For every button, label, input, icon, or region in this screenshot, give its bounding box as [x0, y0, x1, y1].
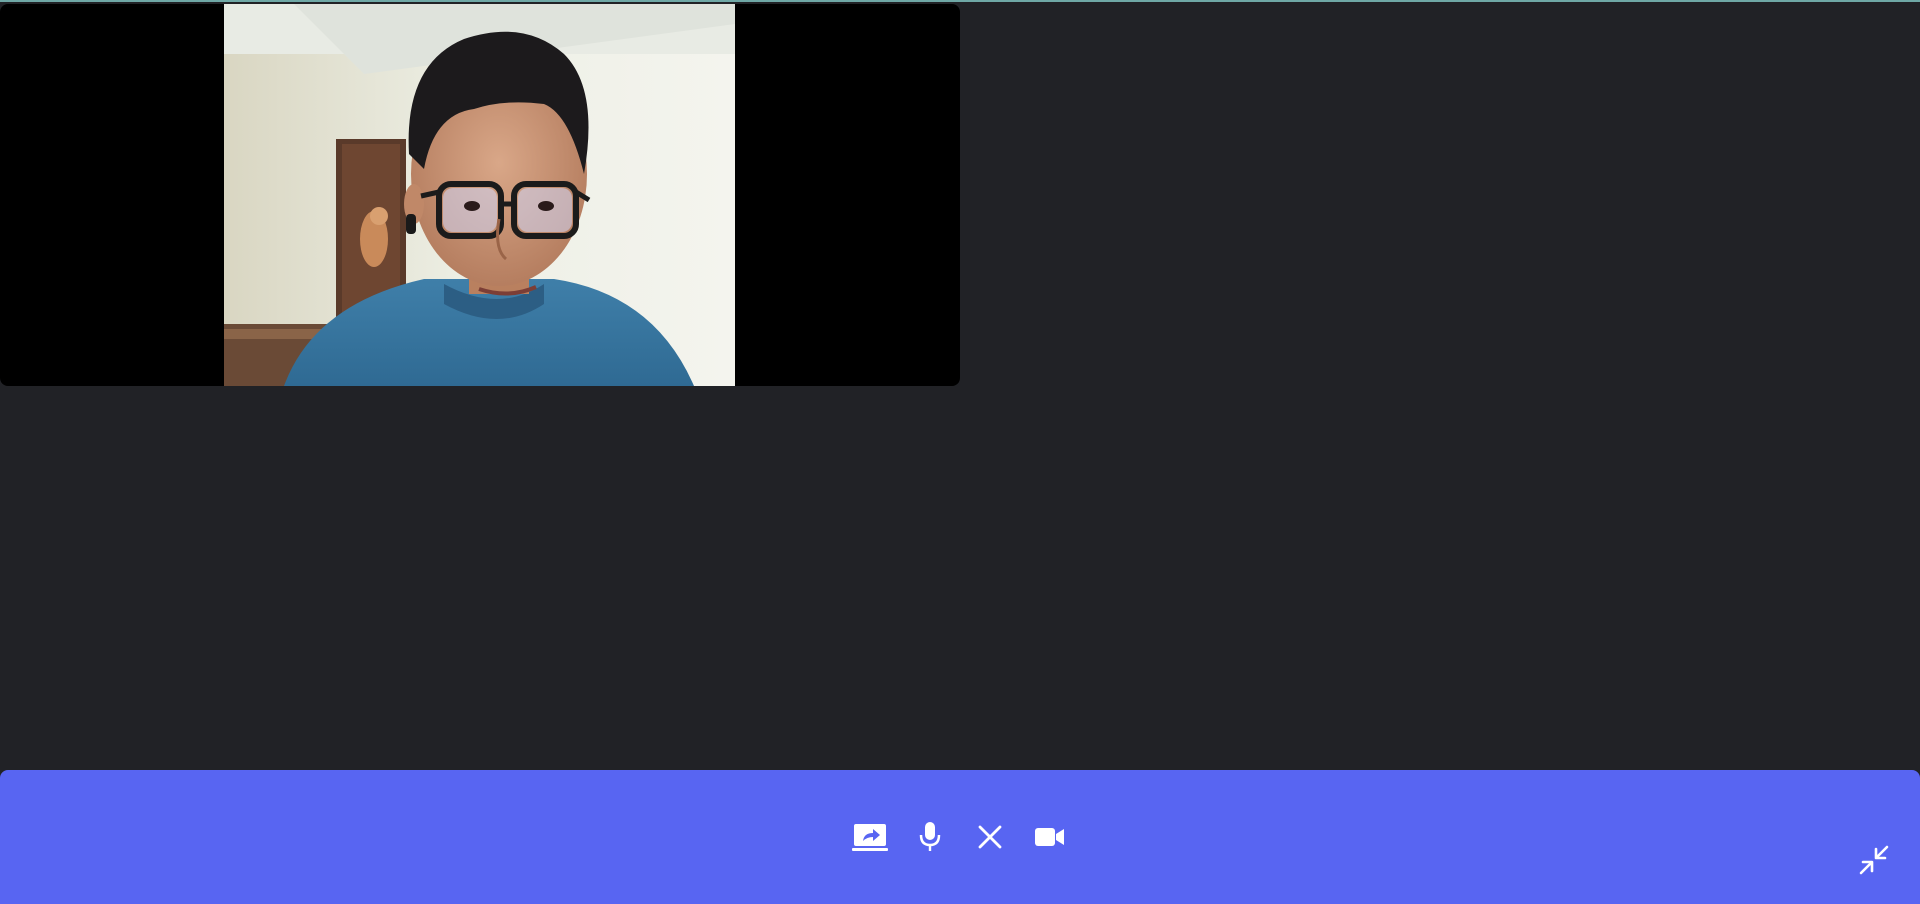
close-icon [978, 825, 1002, 849]
webcam-image [224, 4, 735, 386]
participant-video-tile[interactable] [0, 4, 960, 386]
camera-button[interactable] [1028, 815, 1072, 859]
call-controls [0, 770, 1920, 904]
top-border [0, 0, 1920, 2]
video-call-window [0, 0, 1920, 904]
video-camera-icon [1035, 828, 1064, 846]
call-control-bar [0, 770, 1920, 904]
end-call-button[interactable] [968, 815, 1012, 859]
participant-video-feed [224, 4, 735, 386]
screen-share-icon [852, 824, 888, 851]
microphone-button[interactable] [908, 815, 952, 859]
microphone-icon [919, 822, 941, 851]
screen-share-button[interactable] [848, 815, 892, 859]
minimize-button[interactable] [1856, 842, 1892, 878]
minimize-arrows-icon [1859, 845, 1889, 875]
